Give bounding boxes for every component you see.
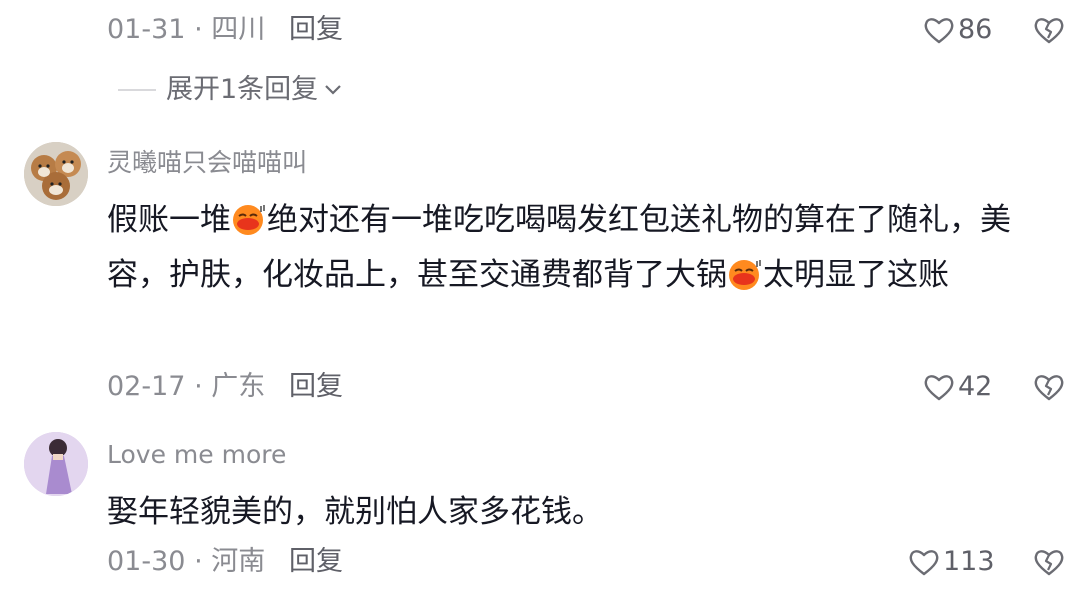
like-count: 42 xyxy=(958,371,993,402)
broken-heart-outline-icon[interactable] xyxy=(1034,16,1064,44)
comment-username[interactable]: 灵曦喵只会喵喵叫 xyxy=(107,146,307,180)
comment-3-meta: 01-30 · 河南 xyxy=(107,546,266,577)
like-count: 113 xyxy=(943,546,995,577)
reply-button[interactable]: 回复 xyxy=(289,12,343,48)
heart-outline-icon xyxy=(924,18,954,44)
girl-avatar-image xyxy=(24,432,88,496)
comment-username[interactable]: Love me more xyxy=(107,438,286,472)
crying-face-emoji xyxy=(233,205,265,235)
like-button[interactable]: 113 xyxy=(909,544,995,580)
heart-outline-icon xyxy=(909,550,939,576)
expand-divider xyxy=(118,89,156,91)
heart-outline-icon xyxy=(924,375,954,401)
avatar[interactable] xyxy=(24,432,88,496)
broken-heart-outline-icon[interactable] xyxy=(1034,548,1064,576)
dog-avatar-image xyxy=(24,142,88,206)
comment-1-meta: 01-31 · 四川 xyxy=(107,14,266,45)
broken-heart-outline-icon[interactable] xyxy=(1034,373,1064,401)
like-button[interactable]: 42 xyxy=(924,369,992,405)
like-button[interactable]: 86 xyxy=(924,12,992,48)
comment-date: 02-17 xyxy=(107,371,186,402)
comment-location: 四川 xyxy=(211,14,266,45)
comment-date: 01-31 xyxy=(107,14,186,45)
comment-date: 01-30 xyxy=(107,546,186,577)
comment-location: 广东 xyxy=(211,371,266,402)
comment-text: 假账一堆 绝对还有一堆吃吃喝喝发红包送礼物的算在了随礼，美容，护肤，化妆品上，甚… xyxy=(107,202,1011,293)
comment-2-meta: 02-17 · 广东 xyxy=(107,371,266,402)
crying-face-emoji xyxy=(729,260,761,290)
avatar[interactable] xyxy=(24,142,88,206)
expand-replies-label: 展开1条回复 xyxy=(166,74,319,105)
chevron-down-icon xyxy=(325,85,341,95)
reply-button[interactable]: 回复 xyxy=(289,544,343,580)
comment-text: 娶年轻貌美的，就别怕人家多花钱。 xyxy=(107,494,603,530)
reply-button[interactable]: 回复 xyxy=(289,369,343,405)
expand-replies-button[interactable]: 展开1条回复 xyxy=(118,72,342,108)
like-count: 86 xyxy=(958,14,993,45)
comment-location: 河南 xyxy=(211,546,266,577)
